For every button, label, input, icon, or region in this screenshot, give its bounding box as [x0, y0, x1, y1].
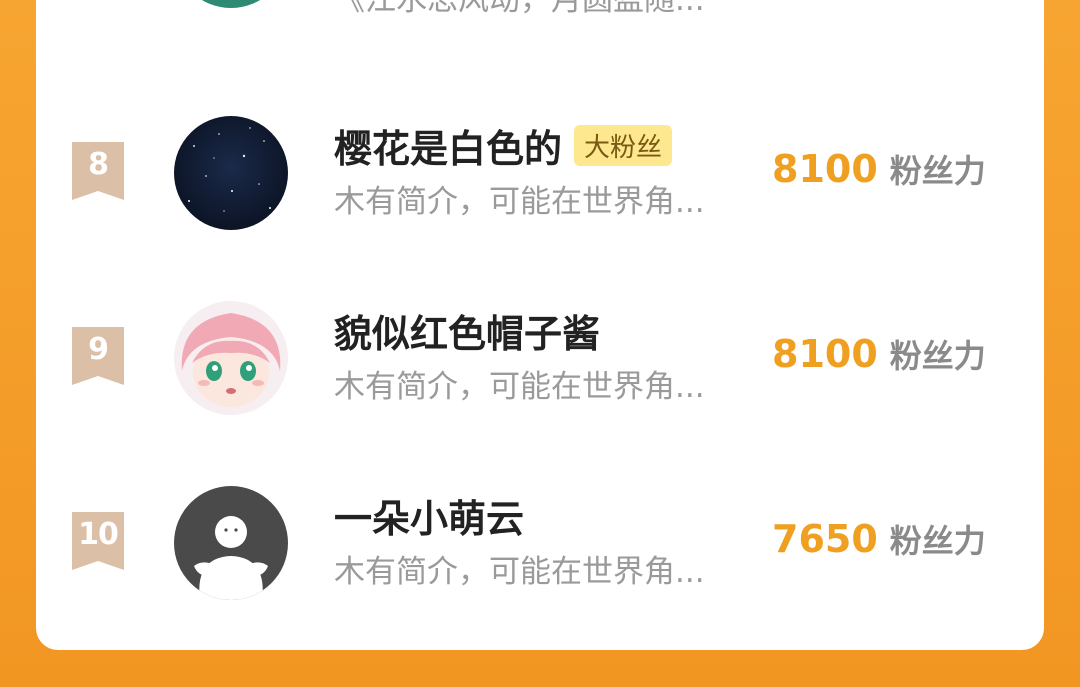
name-line: 一朵小萌云 [334, 488, 524, 543]
fan-power-score: 8100 粉丝力 [772, 331, 986, 377]
rank-number: 9 [88, 332, 109, 367]
score-unit: 粉丝力 [889, 337, 986, 375]
rank-badge: 9 [72, 327, 124, 385]
rank-number: 8 [88, 147, 109, 182]
name-line: 貌似红色帽子酱 [334, 303, 600, 358]
bio-text: 木有简介，可能在世界角... [334, 369, 705, 405]
rank-badge: 10 [72, 512, 124, 570]
score-value: 8100 [772, 332, 878, 376]
bio-text: 《江水思风动，月圆盈随... [334, 0, 705, 18]
rank-number: 10 [78, 517, 119, 552]
list-item[interactable]: 10 一朵小萌云 木有简介，可能在世界角... 7650 粉丝力 [36, 470, 1044, 620]
list-item-previous[interactable]: 《江水思风动，月圆盈随... [36, 0, 1044, 100]
avatar[interactable] [174, 486, 288, 600]
fan-power-score: 7650 粉丝力 [772, 516, 986, 562]
page-background: 《江水思风动，月圆盈随... 8 樱花是白色的 大粉丝 木有简介，可能在世界角.… [0, 0, 1080, 687]
list-item[interactable]: 8 樱花是白色的 大粉丝 木有简介，可能在世界角... 8100 粉丝力 [36, 100, 1044, 250]
score-value: 8100 [772, 147, 878, 191]
score-unit: 粉丝力 [889, 152, 986, 190]
default-person-avatar-icon [174, 486, 288, 600]
name-line: 樱花是白色的 大粉丝 [334, 118, 673, 173]
score-value: 7650 [772, 517, 878, 561]
starry-night-avatar-icon [174, 116, 288, 230]
user-name[interactable]: 樱花是白色的 [334, 118, 562, 173]
list-item[interactable]: 9 貌似红色帽子酱 木有简介，可能在世界角... 8100 粉丝力 [36, 285, 1044, 435]
fan-power-score: 8100 粉丝力 [772, 146, 986, 192]
anime-girl-avatar-icon [174, 301, 288, 415]
user-name[interactable]: 一朵小萌云 [334, 488, 524, 543]
avatar[interactable] [174, 0, 288, 8]
score-unit: 粉丝力 [889, 522, 986, 560]
rank-badge: 8 [72, 142, 124, 200]
fan-ranking-card: 《江水思风动，月圆盈随... 8 樱花是白色的 大粉丝 木有简介，可能在世界角.… [36, 0, 1044, 650]
anime-avatar-icon [174, 0, 288, 8]
bio-text: 木有简介，可能在世界角... [334, 184, 705, 220]
fan-level-badge: 大粉丝 [574, 124, 673, 166]
avatar[interactable] [174, 116, 288, 230]
avatar[interactable] [174, 301, 288, 415]
bio-text: 木有简介，可能在世界角... [334, 554, 705, 590]
user-name[interactable]: 貌似红色帽子酱 [334, 303, 600, 358]
